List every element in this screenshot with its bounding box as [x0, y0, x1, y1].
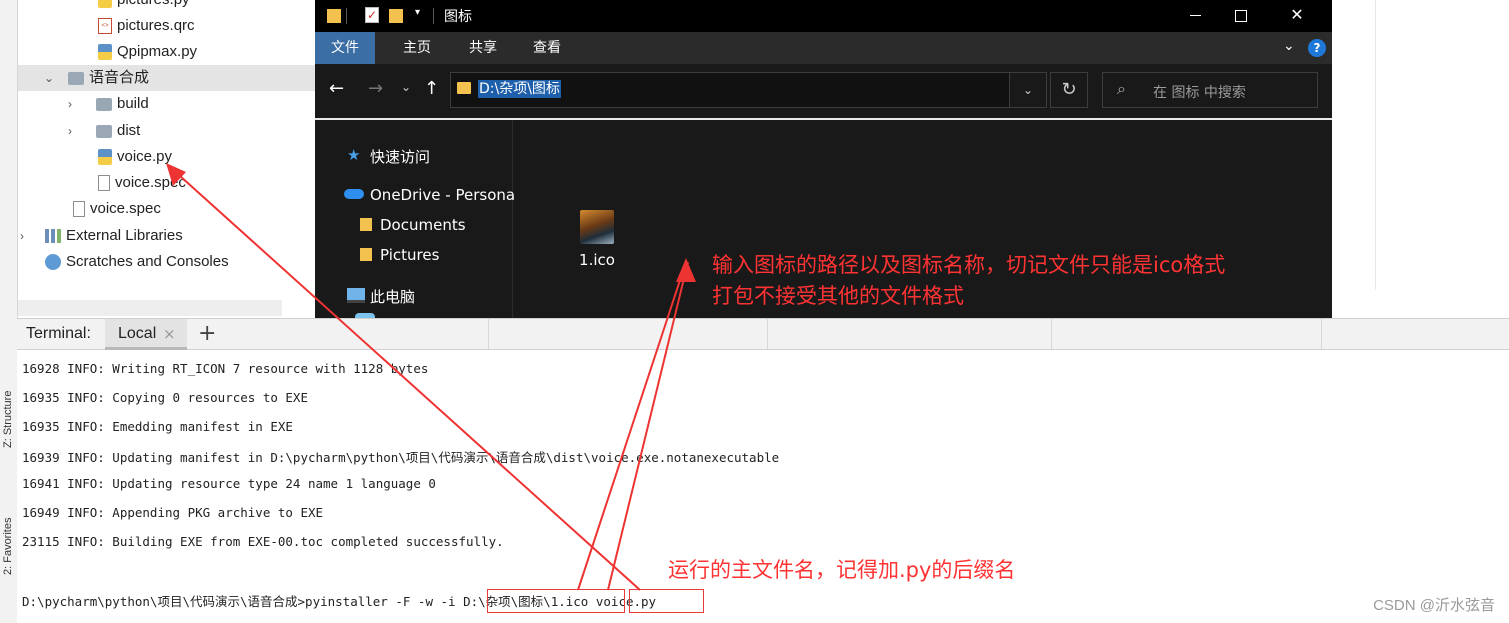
- spec-file-icon: [73, 201, 85, 218]
- minimize-button[interactable]: [1172, 0, 1218, 32]
- tree-item[interactable]: › build: [68, 91, 149, 117]
- python-file-icon: [98, 149, 112, 166]
- folder-icon: [68, 71, 84, 85]
- python-file-icon: [98, 0, 112, 9]
- scratches-icon: [45, 254, 61, 271]
- star-icon: ★: [347, 146, 361, 164]
- explorer-titlebar: ✓ ▾ 图标 ✕: [315, 0, 1332, 32]
- favorites-tab[interactable]: 2: Favorites: [2, 518, 14, 575]
- onedrive-icon: [344, 189, 364, 199]
- folder-icon: [360, 248, 372, 261]
- maximize-button[interactable]: [1218, 0, 1264, 32]
- main-file-note: 运行的主文件名，记得加.py的后缀名: [668, 558, 1016, 582]
- chevron-down-icon[interactable]: ⌄: [44, 65, 54, 91]
- terminal-line: 16935 INFO: Copying 0 resources to EXE: [22, 390, 308, 405]
- folder-icon: [327, 9, 341, 23]
- chevron-right-icon[interactable]: ›: [68, 118, 72, 144]
- tab-file[interactable]: 文件: [315, 32, 375, 64]
- minimize-icon: [1189, 15, 1201, 16]
- properties-icon[interactable]: ✓: [365, 7, 379, 23]
- structure-tab[interactable]: Z: Structure: [2, 391, 14, 448]
- search-icon: ⌕: [1117, 79, 1126, 98]
- tree-item[interactable]: voice.py: [98, 144, 172, 170]
- computer-icon: [347, 288, 365, 303]
- terminal-prompt: D:\pycharm\python\项目\代码演示\语音合成>pyinstall…: [22, 594, 464, 609]
- up-icon[interactable]: ↑: [424, 78, 439, 99]
- nav-pictures[interactable]: Pictures: [380, 246, 439, 264]
- terminal-line: 16941 INFO: Updating resource type 24 na…: [22, 476, 436, 491]
- python-file-icon: [98, 44, 112, 61]
- tree-item[interactable]: › dist: [68, 118, 140, 144]
- icon-note-line2: 打包不接受其他的文件格式: [712, 284, 964, 308]
- project-tree: pictures.py <>pictures.qrc Qpipmax.py ⌄ …: [18, 0, 316, 318]
- close-button[interactable]: ✕: [1274, 0, 1320, 32]
- folder-icon: [96, 97, 112, 111]
- icon-path-highlight: [487, 589, 625, 613]
- help-icon[interactable]: ?: [1308, 39, 1326, 57]
- watermark: CSDN @沂水弦音: [1373, 597, 1495, 614]
- terminal-line: 16939 INFO: Updating manifest in D:\pych…: [22, 450, 780, 465]
- search-input[interactable]: ⌕ 在 图标 中搜索: [1102, 72, 1318, 108]
- editor-right-margin: [1375, 0, 1376, 290]
- nav-documents[interactable]: Documents: [380, 216, 466, 234]
- nav-onedrive[interactable]: OneDrive - Persona: [370, 186, 515, 204]
- tree-item[interactable]: voice.spec: [73, 196, 161, 222]
- folder-icon: [360, 218, 372, 231]
- new-folder-icon[interactable]: [389, 9, 403, 23]
- tree-scrollbar[interactable]: [18, 300, 282, 316]
- refresh-icon[interactable]: ↻: [1050, 72, 1088, 108]
- add-tab-icon[interactable]: +: [198, 321, 216, 346]
- chevron-right-icon[interactable]: ›: [20, 223, 24, 249]
- recent-locations-icon[interactable]: ⌄: [401, 80, 411, 94]
- main-file-highlight: [629, 589, 704, 613]
- qrc-file-icon: <>: [98, 18, 112, 35]
- file-name: 1.ico: [579, 251, 615, 269]
- expand-ribbon-icon[interactable]: ⌄: [1283, 38, 1295, 54]
- terminal-line: 16928 INFO: Writing RT_ICON 7 resource w…: [22, 361, 429, 376]
- tab-view[interactable]: 查看: [517, 32, 577, 64]
- folder-icon: [457, 82, 471, 94]
- address-text[interactable]: D:\杂项\图标: [478, 80, 561, 98]
- editor-area: [1330, 0, 1509, 318]
- terminal-tab-bar: Terminal: Local × +: [17, 318, 1509, 350]
- chevron-right-icon[interactable]: ›: [68, 91, 72, 117]
- tree-item[interactable]: Scratches and Consoles: [45, 249, 229, 275]
- ide-side-strip: Z: Structure 2: Favorites: [0, 0, 18, 623]
- folder-icon: [96, 124, 112, 138]
- back-icon[interactable]: ←: [329, 78, 344, 99]
- nav-quick-access[interactable]: 快速访问: [370, 146, 430, 167]
- ico-file-thumbnail: [580, 210, 614, 244]
- tab-share[interactable]: 共享: [453, 32, 513, 64]
- tree-item[interactable]: › External Libraries: [20, 223, 183, 249]
- spec-file-icon: [98, 175, 110, 192]
- tab-local[interactable]: Local ×: [105, 319, 187, 350]
- tree-item[interactable]: <> pictures.qrc: [98, 13, 195, 39]
- address-dropdown-icon[interactable]: ⌄: [1009, 72, 1047, 108]
- forward-icon[interactable]: →: [368, 78, 383, 99]
- terminal-line: 23115 INFO: Building EXE from EXE-00.toc…: [22, 534, 504, 549]
- library-icon: [45, 229, 61, 244]
- close-tab-icon[interactable]: ×: [163, 325, 176, 343]
- file-item[interactable]: 1.ico: [565, 205, 629, 279]
- tab-home[interactable]: 主页: [387, 32, 447, 64]
- tree-item[interactable]: voice.spec: [98, 170, 186, 196]
- tree-item[interactable]: Qpipmax.py: [98, 39, 197, 65]
- terminal-line: 16935 INFO: Emedding manifest in EXE: [22, 419, 293, 434]
- terminal-line: 16949 INFO: Appending PKG archive to EXE: [22, 505, 324, 520]
- window-title: 图标: [444, 9, 472, 25]
- close-icon: ✕: [1290, 5, 1304, 24]
- maximize-icon: [1235, 9, 1247, 22]
- search-placeholder: 在 图标 中搜索: [1153, 85, 1246, 101]
- tree-item[interactable]: pictures.py: [98, 0, 190, 13]
- tree-item-selected[interactable]: ⌄ 语音合成: [18, 65, 316, 91]
- icon-note-line1: 输入图标的路径以及图标名称，切记文件只能是ico格式: [712, 253, 1226, 277]
- nav-this-pc[interactable]: 此电脑: [370, 286, 415, 307]
- terminal-label: Terminal:: [26, 325, 91, 342]
- customize-toolbar-icon[interactable]: ▾: [415, 7, 420, 18]
